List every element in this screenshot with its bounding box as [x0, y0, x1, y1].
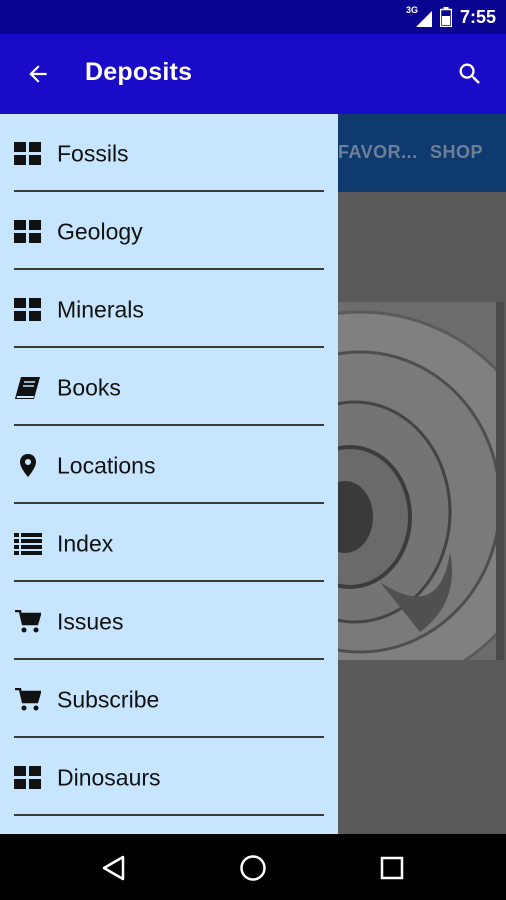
grid-icon — [14, 140, 42, 168]
grid-icon — [14, 764, 42, 792]
drawer-item-fossils[interactable]: Fossils — [0, 114, 338, 192]
status-time: 7:55 — [459, 6, 496, 27]
status-icons: 3G 7:55 — [406, 0, 496, 34]
nav-recents-button[interactable] — [372, 848, 412, 888]
back-button[interactable] — [20, 56, 56, 92]
search-button[interactable] — [452, 56, 488, 92]
status-bar: 3G 7:55 — [0, 0, 506, 34]
nav-back-icon — [102, 855, 125, 881]
drawer-item-dinosaurs[interactable]: Dinosaurs — [0, 738, 338, 816]
drawer-item-index[interactable]: Index — [0, 504, 338, 582]
drawer-item-label: Index — [57, 530, 114, 557]
page-title: Deposits — [85, 58, 193, 86]
drawer-item-minerals[interactable]: Minerals — [0, 270, 338, 348]
cart-icon — [14, 686, 42, 714]
tab-favorites[interactable]: FAVOR... — [338, 142, 418, 163]
list-icon — [14, 530, 42, 558]
drawer-item-locations[interactable]: Locations — [0, 426, 338, 504]
drawer-item-geology[interactable]: Geology — [0, 192, 338, 270]
drawer-item-label: Locations — [57, 452, 156, 479]
drawer-item-subscribe[interactable]: Subscribe — [0, 660, 338, 738]
navigation-drawer: Fossils Geology Minerals Books Locations… — [0, 114, 338, 834]
tab-shop[interactable]: SHOP — [430, 142, 483, 163]
divider — [14, 814, 324, 816]
nav-recents-icon — [380, 856, 404, 880]
drawer-item-label: Books — [57, 374, 121, 401]
signal-icon: 3G — [406, 5, 432, 27]
book-icon — [14, 374, 42, 402]
nav-back-button[interactable] — [94, 848, 134, 888]
drawer-item-label: Minerals — [57, 296, 144, 323]
battery-icon — [439, 7, 452, 27]
drawer-item-label: Geology — [57, 218, 143, 245]
location-pin-icon — [14, 452, 42, 480]
drawer-item-issues[interactable]: Issues — [0, 582, 338, 660]
grid-icon — [14, 296, 42, 324]
search-icon — [459, 63, 480, 84]
grid-icon — [14, 218, 42, 246]
cart-icon — [14, 608, 42, 636]
system-nav-bar — [0, 834, 506, 900]
nav-home-button[interactable] — [233, 848, 273, 888]
nav-home-icon — [240, 855, 266, 881]
drawer-item-label: Subscribe — [57, 686, 160, 713]
drawer-item-books[interactable]: Books — [0, 348, 338, 426]
drawer-item-label: Issues — [57, 608, 124, 635]
drawer-item-label: Dinosaurs — [57, 764, 161, 791]
app-bar: Deposits — [0, 34, 506, 114]
drawer-item-label: Fossils — [57, 140, 129, 167]
arrow-left-icon — [29, 65, 47, 83]
